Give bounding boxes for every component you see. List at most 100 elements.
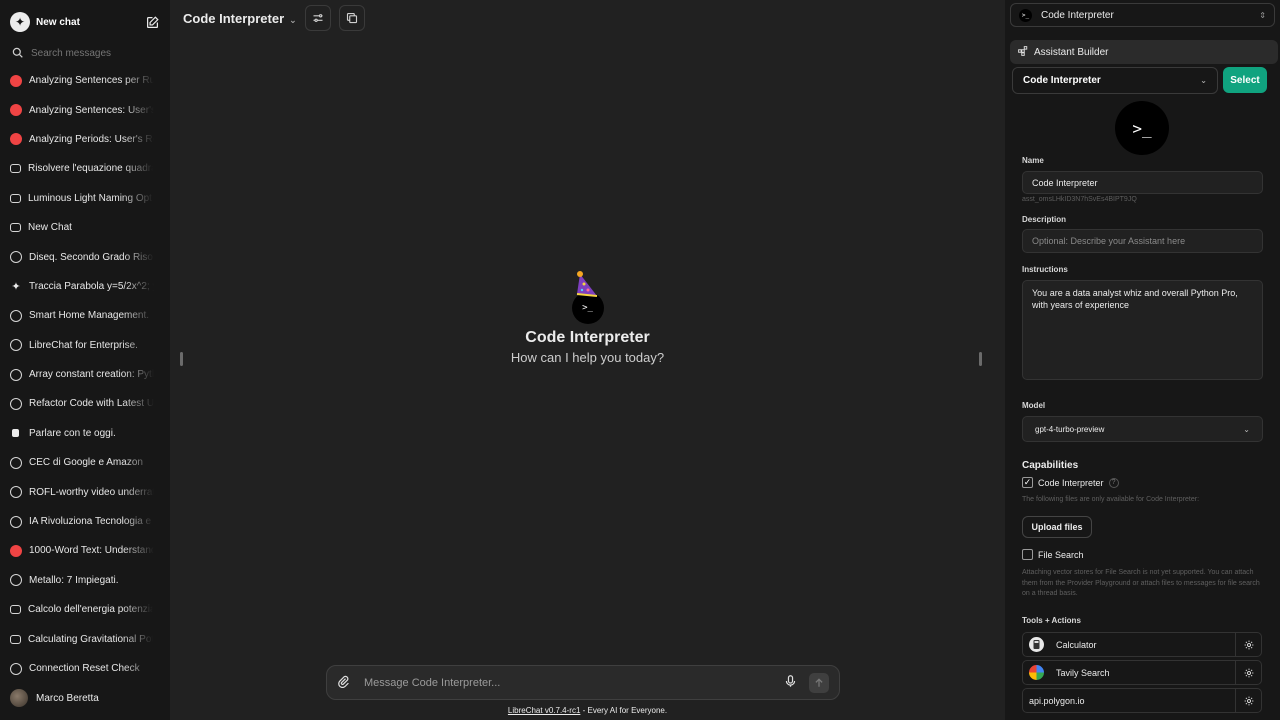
sidebar: ✦ New chat Analyzing Sentences per Rule A… — [0, 0, 170, 720]
conversation-item[interactable]: Analyzing Sentences: User's Request — [0, 95, 170, 124]
tool-tavily-search: Tavily Search — [1022, 660, 1262, 685]
conversation-item[interactable]: ✦ Traccia Parabola y=5/2x^2; y= — [0, 272, 170, 301]
builder-tab-label: Assistant Builder — [1034, 46, 1109, 58]
tool-item[interactable]: Tavily Search — [1022, 660, 1236, 685]
conversation-title: New Chat — [28, 222, 72, 234]
code-interpreter-checkbox[interactable]: ✓ — [1022, 477, 1033, 488]
conversation-item[interactable]: Metallo: 7 Impiegati. — [0, 566, 170, 595]
conversation-title: Analyzing Sentences per Rule — [29, 75, 154, 87]
send-button[interactable] — [809, 672, 829, 693]
conversation-item[interactable]: Luminous Light Naming Options — [0, 184, 170, 213]
search-input[interactable] — [31, 47, 161, 59]
model-selector[interactable]: Code Interpreter ⌄ — [183, 11, 297, 26]
tool-settings-button[interactable] — [1236, 632, 1262, 657]
microphone-button[interactable] — [784, 674, 797, 691]
tool-item[interactable]: api.polygon.io — [1022, 688, 1236, 713]
conversation-title: Risolvere l'equazione quadratica — [28, 163, 153, 175]
conversation-item[interactable]: Analyzing Sentences per Rule — [0, 66, 170, 95]
openai-icon — [10, 397, 22, 410]
description-field[interactable] — [1022, 229, 1263, 253]
gear-icon — [1244, 640, 1253, 649]
conversation-item[interactable]: Calculating Gravitational Potential — [0, 624, 170, 653]
model-label: Model — [1022, 401, 1046, 410]
conversation-title: LibreChat for Enterprise. — [29, 339, 138, 351]
librechat-logo-icon[interactable]: ✦ — [10, 12, 30, 32]
conversation-item[interactable]: Analyzing Periods: User's Request — [0, 125, 170, 154]
conversation-item[interactable]: CEC di Google e Amazon — [0, 448, 170, 477]
user-name: Marco Beretta — [36, 692, 99, 704]
user-menu[interactable]: Marco Beretta — [0, 676, 170, 720]
new-chat-edit-icon[interactable] — [144, 14, 160, 30]
code-interpreter-note: The following files are only available f… — [1022, 496, 1200, 503]
conversation-title: Calcolo dell'energia potenziale — [28, 604, 153, 616]
model-select[interactable]: gpt-4-turbo-preview ⌄ — [1022, 416, 1263, 442]
microphone-icon — [785, 675, 796, 687]
openai-icon — [10, 251, 22, 264]
conversation-item[interactable]: New Chat — [0, 213, 170, 242]
model-select-value: gpt-4-turbo-preview — [1035, 424, 1105, 434]
search-icon — [12, 46, 23, 61]
instructions-label: Instructions — [1022, 265, 1068, 274]
instructions-field[interactable]: You are a data analyst whiz and overall … — [1022, 280, 1263, 380]
assistant-select[interactable]: Code Interpreter ⌄ — [1012, 67, 1218, 94]
assistant-select-label: Code Interpreter — [1023, 75, 1101, 86]
openai-icon — [10, 368, 22, 381]
blocks-icon — [1018, 45, 1028, 59]
error-badge-icon — [10, 74, 22, 87]
settings-sliders-button[interactable] — [304, 5, 331, 31]
error-badge-icon — [10, 133, 22, 146]
conversation-item[interactable]: Refactor Code with Latest Updates — [0, 389, 170, 418]
search-bar[interactable] — [0, 44, 170, 62]
openai-icon — [10, 309, 22, 322]
tab-assistant-builder[interactable]: Assistant Builder — [1010, 40, 1278, 64]
tool-name: api.polygon.io — [1029, 695, 1085, 706]
message-input[interactable] — [364, 676, 784, 689]
conversation-item[interactable]: Array constant creation: Python — [0, 360, 170, 389]
footer-tagline: - Every AI for Everyone. — [580, 706, 668, 715]
openai-icon — [10, 662, 22, 675]
conversation-item[interactable]: LibreChat for Enterprise. — [0, 331, 170, 360]
conversation-item[interactable]: Calcolo dell'energia potenziale — [0, 595, 170, 624]
assistant-avatar: >_ — [571, 271, 604, 324]
conversation-title: Refactor Code with Latest Updates — [29, 398, 154, 410]
assistant-name: Code Interpreter — [525, 329, 650, 346]
help-icon[interactable]: ? — [1108, 477, 1119, 488]
upload-files-button[interactable]: Upload files — [1022, 516, 1092, 538]
sidebar-header: ✦ New chat — [0, 0, 170, 44]
tool-item[interactable]: Calculator — [1022, 632, 1236, 657]
conversation-title: CEC di Google e Amazon — [29, 457, 143, 469]
conversation-item[interactable]: Parlare con te oggi. — [0, 419, 170, 448]
tool-polygon-action: api.polygon.io — [1022, 688, 1262, 713]
conversation-item[interactable]: ROFL-worthy video underrated — [0, 477, 170, 506]
conversation-item[interactable]: Risolvere l'equazione quadratica — [0, 154, 170, 183]
version-link[interactable]: LibreChat v0.7.4-rc1 — [508, 706, 580, 715]
lock-icon — [12, 429, 19, 438]
conversation-item[interactable]: 1000-Word Text: Understanding — [0, 536, 170, 565]
conversation-title: Traccia Parabola y=5/2x^2; y= — [29, 280, 154, 292]
endpoint-selector[interactable]: >_ Code Interpreter ⇕ — [1010, 3, 1275, 27]
copy-icon — [346, 12, 357, 24]
conversation-item[interactable]: Smart Home Management. — [0, 301, 170, 330]
tools-title: Tools + Actions — [1022, 616, 1081, 625]
assistant-avatar-large[interactable]: >_ — [1115, 101, 1169, 155]
conversation-title: Luminous Light Naming Options — [28, 192, 153, 204]
tool-settings-button[interactable] — [1236, 660, 1262, 685]
file-search-checkbox[interactable] — [1022, 549, 1033, 560]
conversation-item[interactable]: IA Rivoluziona Tecnologia e Mondo — [0, 507, 170, 536]
main-chat: Code Interpreter ⌄ >_ Code Interpreter H… — [170, 0, 1005, 720]
conversation-item[interactable]: Diseq. Secondo Grado Risolta — [0, 242, 170, 271]
attach-file-button[interactable] — [337, 675, 350, 691]
conversation-title: Analyzing Periods: User's Request — [29, 133, 154, 145]
export-button[interactable] — [338, 5, 365, 31]
conversation-title: Connection Reset Check — [29, 663, 140, 674]
conversation-title: Array constant creation: Python — [29, 369, 154, 381]
sliders-icon — [313, 14, 323, 22]
select-button[interactable]: Select — [1223, 67, 1267, 93]
app: ✦ New chat Analyzing Sentences per Rule A… — [0, 0, 1280, 720]
new-chat-button[interactable]: New chat — [36, 17, 144, 28]
assistant-bot-icon — [10, 164, 21, 174]
tool-settings-button[interactable] — [1236, 688, 1262, 713]
conversation-title: ROFL-worthy video underrated — [29, 486, 154, 498]
name-field[interactable] — [1022, 171, 1263, 194]
terminal-icon: >_ — [1019, 8, 1032, 22]
